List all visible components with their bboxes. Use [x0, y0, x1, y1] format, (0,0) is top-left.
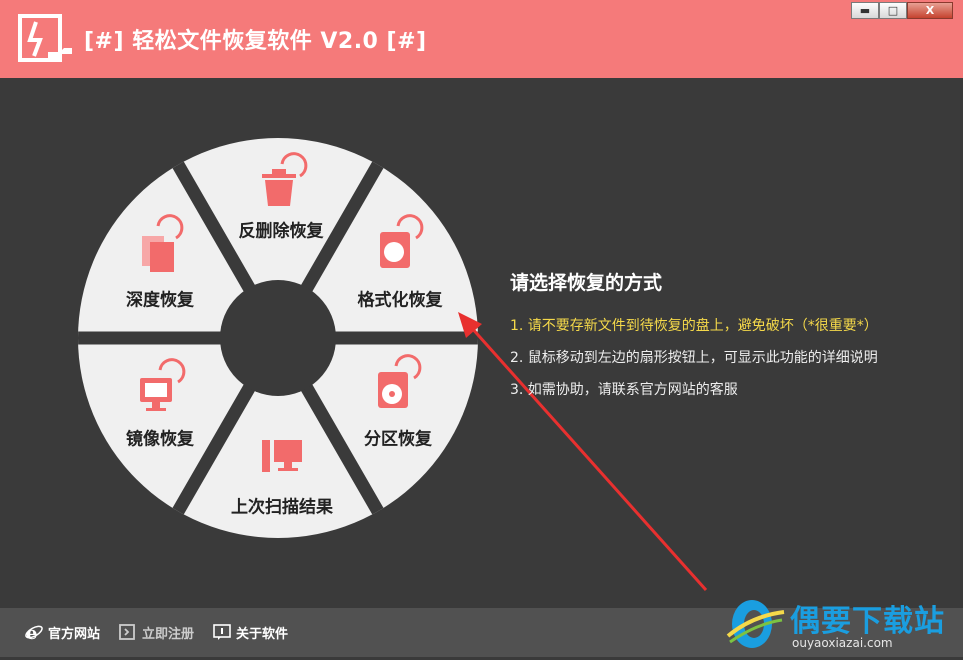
register-link[interactable]: 立即注册: [118, 622, 194, 642]
register-label: 立即注册: [142, 626, 195, 642]
info-panel: 请选择恢复的方式 1. 请不要存新文件到待恢复的盘上，避免破坏（*很重要*） 2…: [510, 268, 878, 411]
segment-label-partition[interactable]: 分区恢复: [364, 425, 432, 450]
segment-label-mirror[interactable]: 镜像恢复: [126, 425, 194, 450]
watermark-text: 偶要下载站: [790, 604, 945, 639]
official-site-label: 官方网站: [48, 626, 101, 642]
segment-label-undelete[interactable]: 反删除恢复: [239, 217, 324, 242]
register-icon: [119, 624, 135, 640]
official-site-link[interactable]: e 官方网站: [24, 622, 100, 642]
tip-1: 1. 请不要存新文件到待恢复的盘上，避免破坏（*很重要*）: [510, 318, 878, 334]
about-label: 关于软件: [236, 626, 289, 642]
watermark-url: ouyaoxiazai.com: [792, 636, 893, 650]
ie-browser-icon: e: [25, 623, 43, 642]
watermark: 偶要下载站 ouyaoxiazai.com: [722, 590, 952, 656]
tip-3: 3. 如需协助，请联系官方网站的客服: [510, 382, 738, 398]
watermark-logo-icon: [726, 600, 785, 648]
info-title: 请选择恢复的方式: [510, 272, 663, 294]
segment-label-deep[interactable]: 深度恢复: [126, 286, 194, 311]
segment-label-format[interactable]: 格式化恢复: [358, 286, 443, 311]
about-icon: [213, 624, 231, 640]
segment-label-last-scan[interactable]: 上次扫描结果: [231, 493, 333, 518]
tip-2: 2. 鼠标移动到左边的扇形按钮上，可显示此功能的详细说明: [510, 350, 878, 366]
wheel-center: [220, 280, 336, 396]
about-link[interactable]: 关于软件: [212, 622, 288, 642]
